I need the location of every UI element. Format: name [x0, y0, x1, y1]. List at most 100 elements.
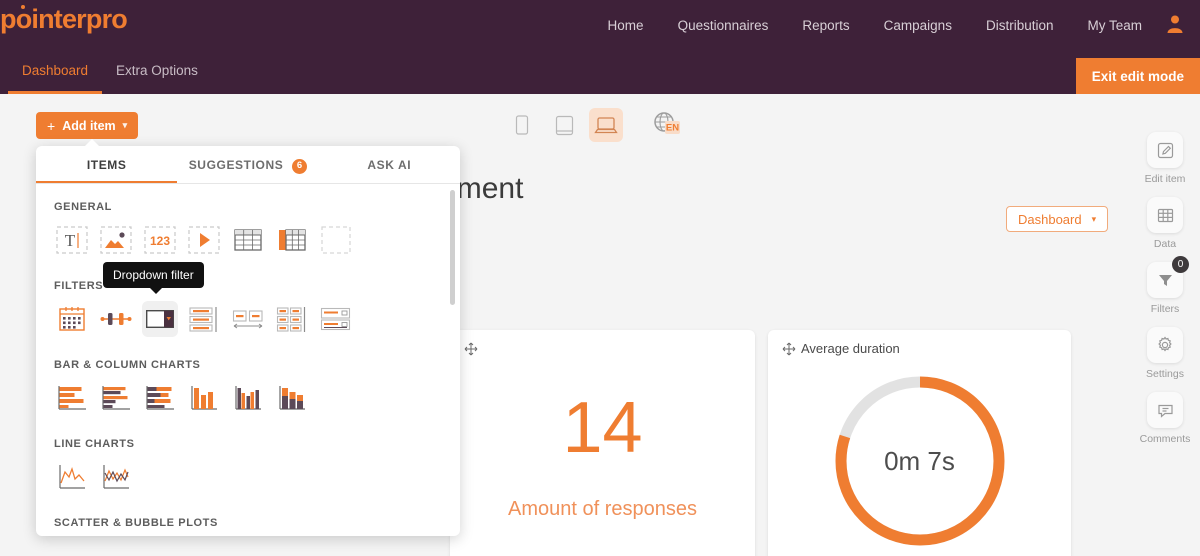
- grid-filter-icon[interactable]: [274, 301, 310, 337]
- logo-dot-icon: [21, 5, 25, 9]
- horizontal-bar-chart-icon[interactable]: [54, 380, 90, 416]
- tab-extra-options[interactable]: Extra Options: [102, 50, 212, 94]
- dropdown-filter-icon[interactable]: [142, 301, 178, 337]
- suggestions-count-badge: 6: [292, 158, 308, 174]
- card-average-duration[interactable]: Average duration 0m 7s: [768, 330, 1071, 556]
- average-duration-title: Average duration: [801, 341, 900, 356]
- dropdown-filter-tooltip: Dropdown filter: [103, 262, 204, 294]
- section-items-general: T 123: [54, 222, 442, 258]
- nav-item-home[interactable]: Home: [608, 18, 644, 33]
- multi-line-chart-icon[interactable]: [98, 459, 134, 495]
- rail-label: Settings: [1146, 368, 1184, 380]
- rail-item-data[interactable]: Data: [1132, 197, 1198, 250]
- panel-tabs: ITEMS SUGGESTIONS 6 ASK AI: [36, 146, 460, 184]
- range-filter-icon[interactable]: [230, 301, 266, 337]
- nav-item-campaigns[interactable]: Campaigns: [884, 18, 952, 33]
- brand-logo-text: pointerpro: [0, 4, 128, 34]
- video-item-icon[interactable]: [186, 222, 222, 258]
- panel-tab-suggestions[interactable]: SUGGESTIONS 6: [177, 146, 318, 183]
- average-duration-value: 0m 7s: [884, 445, 955, 476]
- blank-item-icon[interactable]: [318, 222, 354, 258]
- section-items-bar-charts: [54, 380, 442, 416]
- rail-item-edit-item[interactable]: Edit item: [1132, 132, 1198, 185]
- compare-filter-icon[interactable]: [318, 301, 354, 337]
- panel-pointer-arrow: [83, 139, 101, 148]
- move-icon[interactable]: [464, 342, 478, 356]
- section-title-scatter-plots: SCATTER & BUBBLE PLOTS: [54, 517, 218, 529]
- svg-text:EN: EN: [666, 123, 679, 134]
- chevron-down-icon: ▾: [1091, 213, 1097, 224]
- section-title-line-charts: LINE CHARTS: [54, 438, 135, 450]
- section-items-line-charts: [54, 459, 442, 495]
- add-item-label: Add item: [62, 118, 116, 133]
- app-root: pointerpro Home Questionnaires Reports C…: [0, 0, 1200, 556]
- svg-text:T: T: [65, 231, 76, 250]
- average-duration-donut: 0m 7s: [831, 372, 1009, 550]
- edit-icon: [1147, 132, 1183, 168]
- nav-item-questionnaires[interactable]: Questionnaires: [678, 18, 769, 33]
- main-nav: Home Questionnaires Reports Campaigns Di…: [608, 0, 1142, 50]
- nav-item-my-team[interactable]: My Team: [1087, 18, 1142, 33]
- chevron-down-icon: ▾: [122, 120, 128, 130]
- panel-tab-items[interactable]: ITEMS: [36, 146, 178, 183]
- dashboard-selector-value: Dashboard: [1018, 211, 1082, 227]
- gear-icon: [1147, 327, 1183, 363]
- stacked-horizontal-bar-chart-icon[interactable]: [142, 380, 178, 416]
- device-preview-toggles: [505, 108, 623, 142]
- panel-tab-label: SUGGESTIONS: [188, 158, 284, 172]
- comment-icon: [1147, 392, 1183, 428]
- user-icon[interactable]: [1164, 13, 1186, 35]
- exit-edit-mode-button[interactable]: Exit edit mode: [1075, 58, 1200, 94]
- desktop-view-button[interactable]: [589, 108, 623, 142]
- top-header: pointerpro Home Questionnaires Reports C…: [0, 0, 1200, 50]
- section-title-general: GENERAL: [54, 201, 112, 213]
- list-filter-icon[interactable]: [186, 301, 222, 337]
- rail-item-settings[interactable]: Settings: [1132, 327, 1198, 380]
- grouped-horizontal-bar-chart-icon[interactable]: [98, 380, 134, 416]
- rail-label: Data: [1153, 238, 1177, 250]
- text-item-icon[interactable]: T: [54, 222, 90, 258]
- date-filter-icon[interactable]: [54, 301, 90, 337]
- image-item-icon[interactable]: [98, 222, 134, 258]
- line-chart-icon[interactable]: [54, 459, 90, 495]
- column-chart-icon[interactable]: [186, 380, 222, 416]
- sub-nav-tabs: Dashboard Extra Options: [8, 50, 212, 94]
- number-item-icon[interactable]: 123: [142, 222, 178, 258]
- tab-dashboard[interactable]: Dashboard: [8, 50, 103, 94]
- brand-logo[interactable]: pointerpro: [0, 4, 128, 35]
- panel-body: GENERAL T 123 FILTERS BAR & COLUMN CHART…: [36, 185, 460, 536]
- tablet-view-button[interactable]: [547, 108, 581, 142]
- add-item-panel: ITEMS SUGGESTIONS 6 ASK AI GENERAL T 123…: [36, 146, 460, 536]
- table-icon: [1147, 197, 1183, 233]
- grouped-column-chart-icon[interactable]: [230, 380, 266, 416]
- sub-nav-bar: Dashboard Extra Options: [0, 50, 1200, 94]
- table-item-icon[interactable]: [230, 222, 266, 258]
- panel-tab-label: ITEMS: [86, 158, 127, 172]
- add-item-button[interactable]: + Add item ▾: [36, 112, 139, 139]
- panel-scrollbar[interactable]: [450, 190, 455, 305]
- slider-filter-icon[interactable]: [98, 301, 134, 337]
- move-icon[interactable]: [782, 342, 796, 356]
- responses-value: 14: [562, 388, 643, 468]
- rail-item-filters[interactable]: 0 Filters: [1132, 256, 1198, 315]
- language-selector[interactable]: EN: [652, 110, 682, 138]
- dashboard-selector[interactable]: Dashboard ▾: [1006, 206, 1109, 232]
- panel-tab-ask-ai[interactable]: ASK AI: [319, 146, 460, 183]
- card-amount-of-responses[interactable]: 14 Amount of responses: [450, 330, 755, 556]
- stacked-column-chart-icon[interactable]: [274, 380, 310, 416]
- mobile-view-button[interactable]: [505, 108, 539, 142]
- filters-count-badge: 0: [1172, 256, 1189, 273]
- svg-text:123: 123: [150, 234, 170, 248]
- panel-tab-label: ASK AI: [367, 158, 412, 172]
- rail-item-comments[interactable]: Comments: [1132, 392, 1198, 445]
- section-title-bar-charts: BAR & COLUMN CHARTS: [54, 359, 201, 371]
- nav-item-reports[interactable]: Reports: [802, 18, 849, 33]
- plus-icon: +: [47, 117, 56, 134]
- right-tool-rail: Edit item Data 0 Filters Settings Commen…: [1130, 94, 1200, 556]
- pivot-table-item-icon[interactable]: [274, 222, 310, 258]
- nav-item-distribution[interactable]: Distribution: [986, 18, 1054, 33]
- section-items-filters: [54, 301, 442, 337]
- responses-caption: Amount of responses: [508, 498, 697, 520]
- rail-label: Comments: [1139, 433, 1191, 445]
- rail-label: Edit item: [1144, 173, 1186, 185]
